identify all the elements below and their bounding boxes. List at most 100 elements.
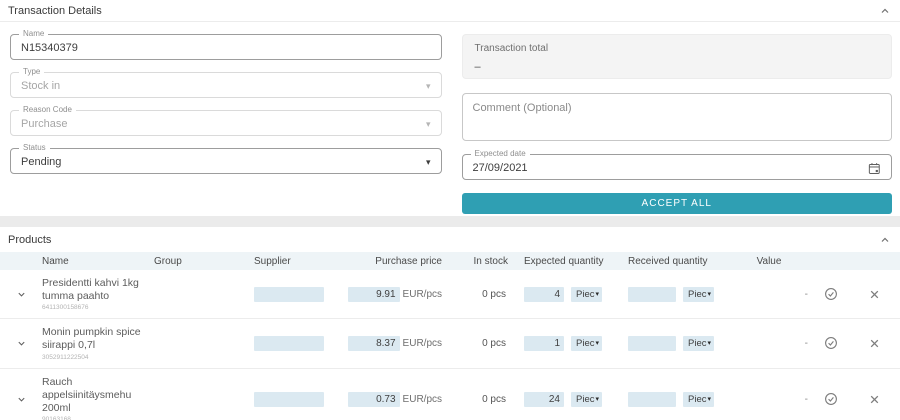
chevron-down-icon: ▾: [595, 339, 599, 347]
row-value: -: [730, 330, 808, 357]
col-value: Value: [730, 256, 808, 267]
transaction-total-label: Transaction total: [475, 43, 880, 54]
expected-qty-input[interactable]: [524, 392, 564, 407]
products-table-header: Name Group Supplier Purchase price In st…: [0, 252, 900, 270]
col-name: Name: [42, 256, 154, 267]
transaction-total-value: –: [475, 61, 880, 73]
received-unit-select[interactable]: Piec ▾: [683, 392, 714, 407]
transaction-details-title: Transaction Details: [8, 5, 102, 17]
price-unit: EUR/pcs: [403, 289, 442, 300]
chevron-up-icon[interactable]: [880, 235, 890, 245]
close-icon[interactable]: [869, 394, 880, 405]
supplier-input[interactable]: [254, 287, 324, 302]
row-expander[interactable]: [0, 395, 42, 404]
received-unit-select[interactable]: Piec ▾: [683, 287, 714, 302]
col-supplier: Supplier: [254, 256, 340, 267]
chevron-down-icon: ▾: [707, 339, 711, 347]
chevron-down-icon: ▾: [595, 395, 599, 403]
received-qty-input[interactable]: [628, 287, 676, 302]
chevron-down-icon[interactable]: [17, 395, 26, 404]
comment-input[interactable]: [463, 94, 892, 140]
transaction-details-form: Name Type Stock in ▾ Reason Code Purchas…: [0, 22, 900, 214]
table-row: Monin pumpkin spice siirappi 0,7l 305291…: [0, 319, 900, 368]
expected-date-label: Expected date: [471, 149, 530, 158]
chevron-down-icon[interactable]: [17, 339, 26, 348]
chevron-down-icon: ▾: [707, 290, 711, 298]
table-row: Presidentti kahvi 1kg tumma paahto 64113…: [0, 270, 900, 319]
col-purchase-price: Purchase price: [340, 256, 442, 267]
chevron-up-icon[interactable]: [880, 6, 890, 16]
in-stock-value: 0 pcs: [442, 386, 508, 413]
chevron-down-icon: ▾: [426, 158, 431, 167]
product-group: [154, 391, 254, 407]
table-row: Rauch appelsiinitäysmehu 200ml 90163168 …: [0, 369, 900, 420]
expected-unit-select[interactable]: Piec ▾: [571, 287, 602, 302]
name-input[interactable]: [21, 42, 431, 54]
product-code: 3052911222504: [42, 354, 150, 361]
product-code: 6411300158676: [42, 304, 150, 311]
supplier-input[interactable]: [254, 336, 324, 351]
row-expander[interactable]: [0, 339, 42, 348]
close-icon[interactable]: [869, 338, 880, 349]
transaction-total-panel: Transaction total –: [462, 34, 893, 79]
close-icon[interactable]: [869, 289, 880, 300]
col-group: Group: [154, 256, 254, 267]
transaction-page: Transaction Details Name Type Stock in ▾…: [0, 0, 900, 420]
expected-qty-input[interactable]: [524, 336, 564, 351]
expected-qty-input[interactable]: [524, 287, 564, 302]
expected-unit-select[interactable]: Piec ▾: [571, 336, 602, 351]
in-stock-value: 0 pcs: [442, 281, 508, 308]
reason-code-field-label: Reason Code: [19, 105, 76, 114]
section-divider: [0, 216, 900, 227]
name-field-label: Name: [19, 29, 48, 38]
expected-date-input[interactable]: [473, 162, 869, 174]
type-field[interactable]: Type Stock in ▾: [10, 72, 442, 98]
product-group: [154, 335, 254, 351]
row-value: -: [730, 386, 808, 413]
accept-all-button[interactable]: ACCEPT ALL: [462, 193, 893, 214]
row-expander[interactable]: [0, 290, 42, 299]
received-qty-input[interactable]: [628, 392, 676, 407]
type-value: Stock in: [21, 80, 426, 92]
check-circle-icon[interactable]: [824, 336, 838, 350]
name-field[interactable]: Name: [10, 34, 442, 60]
received-unit-select[interactable]: Piec ▾: [683, 336, 714, 351]
row-value: -: [730, 281, 808, 308]
reason-code-field[interactable]: Reason Code Purchase ▾: [10, 110, 442, 136]
received-qty-input[interactable]: [628, 336, 676, 351]
purchase-price-input[interactable]: [348, 287, 400, 302]
status-value: Pending: [21, 156, 426, 168]
chevron-down-icon: ▾: [595, 290, 599, 298]
comment-field: [462, 93, 893, 141]
calendar-icon[interactable]: [868, 162, 881, 175]
col-in-stock: In stock: [442, 256, 508, 267]
product-group: [154, 286, 254, 302]
col-expected-quantity: Expected quantity: [508, 256, 612, 267]
form-left-column: Name Type Stock in ▾ Reason Code Purchas…: [10, 34, 442, 214]
products-table: Name Group Supplier Purchase price In st…: [0, 252, 900, 420]
chevron-down-icon: ▾: [426, 120, 431, 129]
check-circle-icon[interactable]: [824, 287, 838, 301]
price-unit: EUR/pcs: [403, 338, 442, 349]
chevron-down-icon: ▾: [426, 82, 431, 91]
form-right-column: Transaction total – Expected date ACCEPT…: [462, 34, 893, 214]
supplier-input[interactable]: [254, 392, 324, 407]
products-header: Products: [0, 227, 900, 252]
in-stock-value: 0 pcs: [442, 330, 508, 357]
transaction-details-header: Transaction Details: [0, 0, 900, 22]
status-field-label: Status: [19, 143, 50, 152]
chevron-down-icon[interactable]: [17, 290, 26, 299]
purchase-price-input[interactable]: [348, 336, 400, 351]
purchase-price-input[interactable]: [348, 392, 400, 407]
expected-date-field[interactable]: Expected date: [462, 154, 893, 180]
price-unit: EUR/pcs: [403, 394, 442, 405]
reason-code-value: Purchase: [21, 118, 426, 130]
check-circle-icon[interactable]: [824, 392, 838, 406]
product-name: Rauch appelsiinitäysmehu 200ml: [42, 376, 150, 415]
col-received-quantity: Received quantity: [612, 256, 730, 267]
status-field[interactable]: Status Pending ▾: [10, 148, 442, 174]
product-name: Presidentti kahvi 1kg tumma paahto: [42, 277, 150, 303]
product-name: Monin pumpkin spice siirappi 0,7l: [42, 326, 150, 352]
type-field-label: Type: [19, 67, 44, 76]
expected-unit-select[interactable]: Piec ▾: [571, 392, 602, 407]
